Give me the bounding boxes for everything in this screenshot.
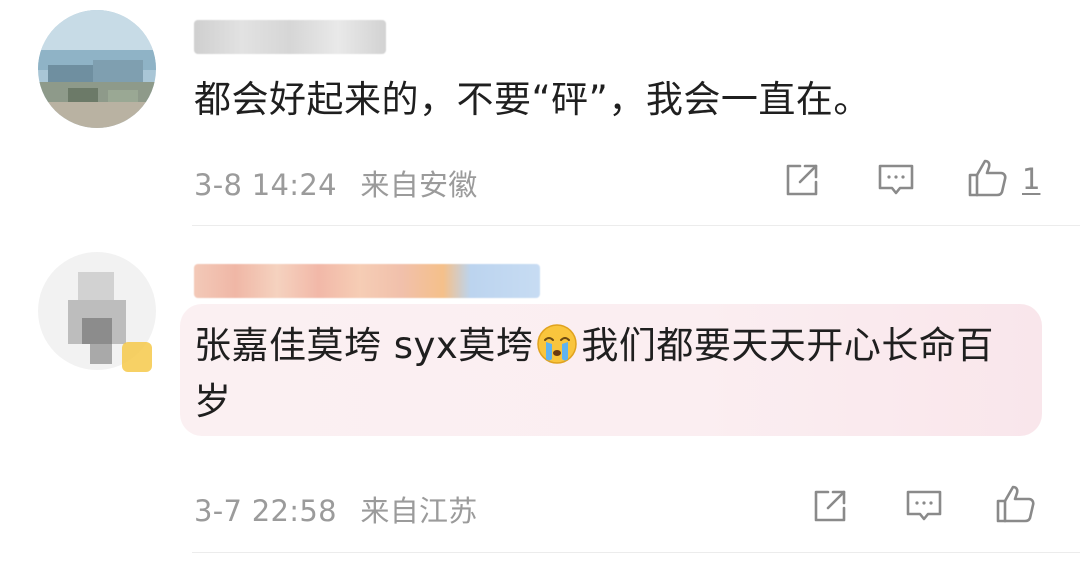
- comment-text: 张嘉佳莫垮 syx莫垮 我们都要天天开心长命百岁: [194, 318, 1024, 430]
- verified-badge-icon: [122, 342, 152, 372]
- like-button[interactable]: [994, 482, 1038, 526]
- reply-button[interactable]: [874, 158, 918, 202]
- comment-date: 3-7 22:58: [194, 494, 337, 528]
- comment-text: 都会好起来的，不要“砰”，我会一直在。: [194, 78, 871, 121]
- thumbs-up-icon: [968, 159, 1007, 197]
- commenter-avatar[interactable]: [38, 10, 156, 128]
- reply-button[interactable]: [902, 484, 946, 528]
- comment-date: 3-8 14:24: [194, 168, 337, 202]
- comment-meta: 3-8 14:24 来自安徽: [194, 162, 478, 204]
- comment-divider: [192, 552, 1080, 553]
- comment-location: 来自安徽: [360, 168, 478, 202]
- like-count[interactable]: 1: [1022, 162, 1040, 196]
- comment-meta: 3-7 22:58 来自江苏: [194, 488, 478, 530]
- commenter-username-blurred[interactable]: [194, 264, 540, 298]
- share-icon: [814, 490, 846, 522]
- comment-item-2: 张嘉佳莫垮 syx莫垮 我们都要天天开心长命百岁 3-7 22:58 来自江苏: [0, 226, 1080, 562]
- comment-icon: [906, 490, 942, 521]
- comment-item-1: 都会好起来的，不要“砰”，我会一直在。 3-8 14:24 来自安徽 1: [0, 0, 1080, 226]
- crying-face-emoji: [537, 324, 578, 364]
- share-button[interactable]: [808, 484, 852, 528]
- comment-text-part-1: 张嘉佳莫垮 syx莫垮: [194, 324, 534, 367]
- like-button[interactable]: [966, 156, 1010, 200]
- share-button[interactable]: [780, 158, 824, 202]
- commenter-username-blurred[interactable]: [194, 20, 386, 54]
- share-icon: [786, 164, 818, 196]
- comment-icon: [878, 164, 914, 195]
- thumbs-up-icon: [996, 485, 1035, 523]
- comment-location: 来自江苏: [360, 494, 478, 528]
